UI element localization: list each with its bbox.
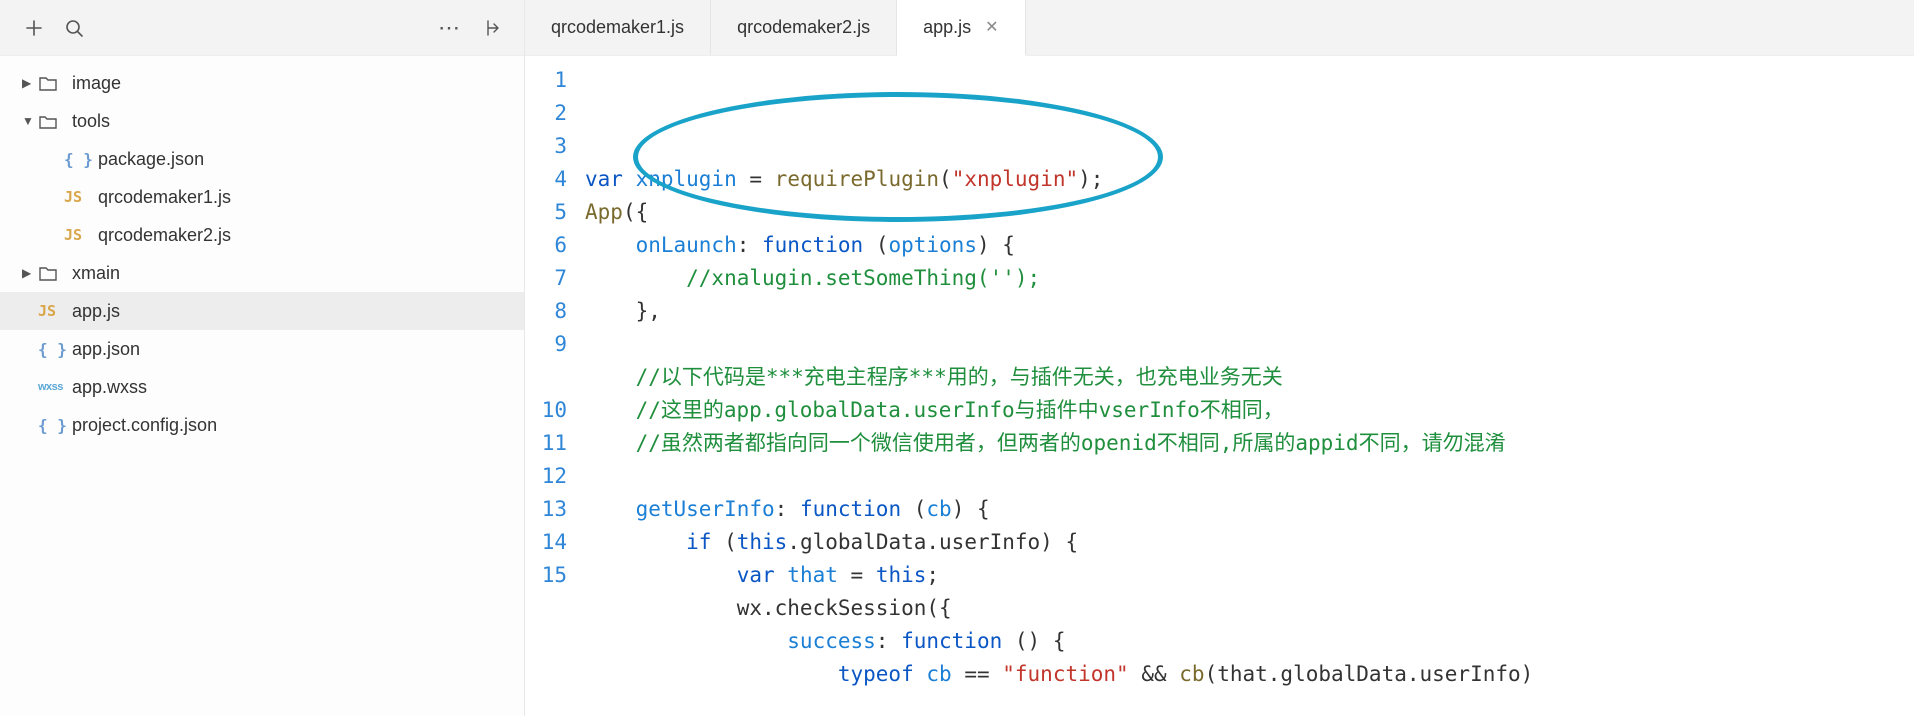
more-button[interactable]: ⋯ <box>430 8 470 48</box>
code-line[interactable]: App({ <box>585 196 1914 229</box>
line-number: 8 <box>525 295 567 328</box>
tree-item-label: app.json <box>72 339 140 360</box>
new-file-button[interactable] <box>14 8 54 48</box>
code-line[interactable]: //这里的app.globalData.userInfo与插件中vserInfo… <box>585 394 1914 427</box>
tree-file[interactable]: { }app.json <box>0 330 524 368</box>
json-icon: { } <box>38 416 68 435</box>
tree-folder[interactable]: ▼ tools <box>0 102 524 140</box>
tree-file[interactable]: wxss app.wxss <box>0 368 524 406</box>
code-line[interactable]: var xnplugin = requirePlugin("xnplugin")… <box>585 163 1914 196</box>
tree-file[interactable]: { }package.json <box>0 140 524 178</box>
tree-item-label: image <box>72 73 121 94</box>
tree-item-label: xmain <box>72 263 120 284</box>
chevron-down-icon: ▼ <box>22 114 38 128</box>
sidebar-toolbar: ⋯ <box>0 0 524 56</box>
tree-folder[interactable]: ▶ xmain <box>0 254 524 292</box>
code-line[interactable]: onLaunch: function (options) { <box>585 229 1914 262</box>
search-button[interactable] <box>54 8 94 48</box>
line-number: 11 <box>525 427 567 460</box>
close-icon[interactable]: ✕ <box>985 17 998 37</box>
line-number: 10 <box>525 394 567 427</box>
line-number: 13 <box>525 493 567 526</box>
chevron-right-icon: ▶ <box>22 266 38 280</box>
code-line[interactable]: //虽然两者都指向同一个微信使用者，但两者的openid不相同,所属的appid… <box>585 427 1914 493</box>
tree-file[interactable]: JSqrcodemaker2.js <box>0 216 524 254</box>
line-number: 12 <box>525 460 567 493</box>
code-line[interactable]: }, <box>585 295 1914 328</box>
line-number: 2 <box>525 97 567 130</box>
tree-item-label: package.json <box>98 149 204 170</box>
tree-folder[interactable]: ▶ image <box>0 64 524 102</box>
editor-tab[interactable]: qrcodemaker2.js <box>711 0 897 55</box>
tab-label: qrcodemaker1.js <box>551 17 684 38</box>
js-icon: JS <box>38 302 68 320</box>
tab-label: app.js <box>923 17 971 38</box>
code-line[interactable]: success: function () { <box>585 625 1914 658</box>
code-content[interactable]: var xnplugin = requirePlugin("xnplugin")… <box>585 56 1914 716</box>
json-icon: { } <box>64 150 94 169</box>
json-icon: { } <box>38 340 68 359</box>
line-number: 3 <box>525 130 567 163</box>
tree-item-label: qrcodemaker1.js <box>98 187 231 208</box>
tree-file[interactable]: { }project.config.json <box>0 406 524 444</box>
tree-item-label: tools <box>72 111 110 132</box>
tab-label: qrcodemaker2.js <box>737 17 870 38</box>
editor-tab[interactable]: app.js ✕ <box>897 0 1025 56</box>
code-line[interactable]: getUserInfo: function (cb) { <box>585 493 1914 526</box>
line-number: 6 <box>525 229 567 262</box>
line-number: 15 <box>525 559 567 592</box>
folder-icon <box>38 74 68 92</box>
folder-icon <box>38 112 68 130</box>
js-icon: JS <box>64 188 94 206</box>
line-number: 9 <box>525 328 567 394</box>
collapse-panel-button[interactable] <box>470 8 510 48</box>
editor-tabs: qrcodemaker1.js qrcodemaker2.js app.js ✕ <box>525 0 1914 56</box>
tree-item-label: app.js <box>72 301 120 322</box>
code-line[interactable]: if (this.globalData.userInfo) { <box>585 526 1914 559</box>
file-tree: ▶image▼tools{ }package.jsonJSqrcodemaker… <box>0 56 524 444</box>
tree-item-label: qrcodemaker2.js <box>98 225 231 246</box>
code-line[interactable]: //xnalugin.setSomeThing(''); <box>585 262 1914 295</box>
js-icon: JS <box>64 226 94 244</box>
tree-file[interactable]: JSapp.js <box>0 292 524 330</box>
chevron-right-icon: ▶ <box>22 76 38 90</box>
line-number: 1 <box>525 64 567 97</box>
code-line[interactable]: var that = this; <box>585 559 1914 592</box>
sidebar: ⋯ ▶image▼tools{ }package.jsonJSqrcodemak… <box>0 0 525 716</box>
code-line[interactable]: //以下代码是***充电主程序***用的，与插件无关，也充电业务无关 <box>585 361 1914 394</box>
line-number: 5 <box>525 196 567 229</box>
code-area[interactable]: 123456789101112131415 var xnplugin = req… <box>525 56 1914 716</box>
folder-icon <box>38 264 68 282</box>
line-number: 14 <box>525 526 567 559</box>
editor-tab[interactable]: qrcodemaker1.js <box>525 0 711 55</box>
line-number: 7 <box>525 262 567 295</box>
editor-area: qrcodemaker1.js qrcodemaker2.js app.js ✕ 12… <box>525 0 1914 716</box>
tree-item-label: project.config.json <box>72 415 217 436</box>
line-number: 4 <box>525 163 567 196</box>
main-layout: ⋯ ▶image▼tools{ }package.jsonJSqrcodemak… <box>0 0 1914 716</box>
tree-item-label: app.wxss <box>72 377 147 398</box>
code-line[interactable]: wx.checkSession({ <box>585 592 1914 625</box>
wxss-icon: wxss <box>38 381 68 393</box>
tree-file[interactable]: JSqrcodemaker1.js <box>0 178 524 216</box>
line-gutter: 123456789101112131415 <box>525 56 585 716</box>
code-line[interactable] <box>585 328 1914 361</box>
code-line[interactable]: typeof cb == "function" && cb(that.globa… <box>585 658 1914 691</box>
